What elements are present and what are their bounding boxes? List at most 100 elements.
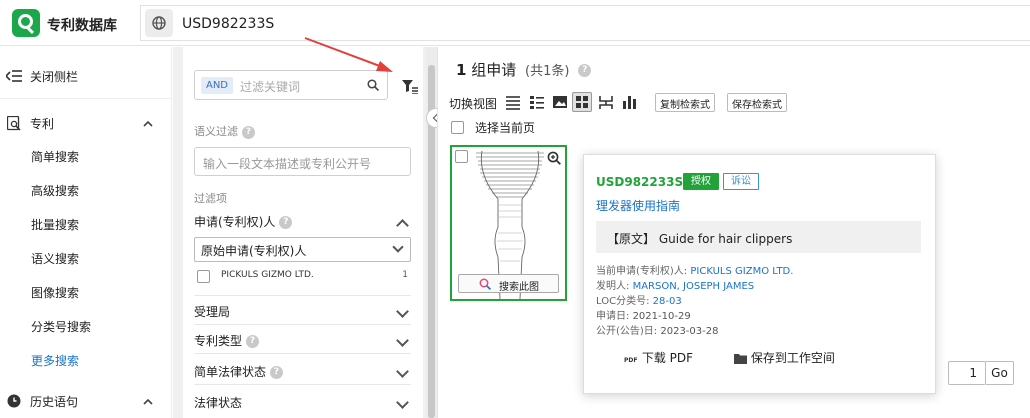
legal-status-label: 法律状态 — [194, 396, 243, 410]
sidebar-item-simple-search[interactable]: 简单搜索 — [31, 148, 79, 165]
chart-view-icon[interactable] — [619, 92, 639, 112]
chevron-down-icon — [396, 305, 409, 318]
download-pdf-button[interactable]: PDF 下载 PDF — [624, 349, 693, 366]
applicant-checkbox[interactable] — [197, 270, 210, 283]
semantic-filter-input[interactable]: 输入一段文本描述或专利公开号 — [194, 147, 411, 176]
help-icon[interactable]: ? — [578, 64, 592, 77]
sidebar-item-more-search[interactable]: 更多搜索 — [31, 352, 79, 369]
collapse-left-icon — [6, 70, 22, 82]
group-label: 组申请 — [471, 61, 517, 79]
select-page-checkbox[interactable] — [451, 121, 464, 134]
help-icon[interactable]: ? — [242, 125, 255, 139]
grid-view-icon[interactable] — [572, 92, 592, 112]
chevron-down-icon — [396, 365, 409, 378]
top-bar: 专利数据库 USD982233S — [0, 0, 1030, 46]
sidebar-item-advanced-search[interactable]: 高级搜索 — [31, 182, 79, 199]
patent-type-label: 专利类型 — [194, 334, 243, 348]
status-badge-granted: 授权 — [683, 173, 719, 190]
patent-title-link[interactable]: 理发器使用指南 — [596, 197, 680, 214]
patent-number-link[interactable]: USD982233S1 — [596, 175, 691, 189]
save-query-button[interactable]: 保存检索式 — [727, 93, 787, 112]
filter-items-label: 过滤项 — [194, 192, 227, 205]
result-checkbox[interactable] — [455, 150, 468, 163]
app-logo — [12, 9, 40, 37]
receiving-office-label: 受理局 — [194, 305, 231, 319]
image-view-icon[interactable] — [550, 92, 570, 112]
copy-query-button[interactable]: 复制检索式 — [655, 93, 715, 112]
history-label: 历史语句 — [30, 395, 79, 409]
help-icon[interactable]: ? — [246, 335, 260, 348]
view-switch-label: 切换视图 — [449, 97, 498, 111]
detail-view-icon[interactable] — [527, 92, 547, 112]
applicant-type-select[interactable]: 原始申请(专利权)人 — [194, 237, 411, 262]
meta-applicant-link[interactable]: PICKULS GIZMO LTD. — [690, 266, 793, 277]
page-number-input[interactable]: 1 — [948, 361, 986, 385]
globe-icon[interactable] — [145, 9, 173, 37]
sidebar-item-semantic-search[interactable]: 语义搜索 — [31, 250, 79, 267]
save-to-workspace-button[interactable]: 保存到工作空间 — [734, 349, 835, 366]
sidebar-section-patent[interactable]: 专利 — [0, 108, 172, 138]
meta-inventor-key: 发明人: — [596, 281, 630, 292]
accordion-applicant[interactable]: 申请(专利权)人? — [194, 209, 411, 235]
applicant-name: PICKULS GIZMO LTD. — [221, 270, 314, 280]
meta-inventor-link[interactable]: MARSON, JOSEPH JAMES — [633, 281, 755, 292]
accordion-legal-status[interactable]: 法律状态 — [194, 390, 411, 416]
chevron-up-icon — [143, 398, 153, 405]
result-thumbnail[interactable]: 搜索此图 — [450, 145, 567, 301]
clock-icon — [7, 394, 21, 408]
sidebar: 关闭侧栏 专利 简单搜索 高级搜索 批量搜索 语义搜索 图像搜索 分类号搜索 更… — [0, 47, 172, 418]
accordion-patent-type[interactable]: 专利类型? — [194, 328, 411, 354]
list-view-icon[interactable] — [503, 92, 523, 112]
sidebar-item-image-search[interactable]: 图像搜索 — [31, 284, 79, 301]
total-count: (共1条) — [525, 64, 570, 79]
and-operator-badge[interactable]: AND — [201, 77, 233, 94]
svg-text:PDF: PDF — [624, 357, 637, 364]
select-page-label: 选择当前页 — [475, 121, 536, 135]
meta-pub-date-key: 公开(公告)日: — [596, 326, 658, 337]
meta-pub-date-value: 2023-03-28 — [660, 326, 719, 337]
image-search-icon — [479, 278, 491, 290]
app-title: 专利数据库 — [47, 18, 117, 34]
results-heading: 1 组申请 (共1条) ? — [456, 59, 592, 80]
simple-legal-status-label: 简单法律状态 — [194, 365, 267, 379]
keyword-filter-input[interactable]: AND 过滤关键词 — [194, 70, 388, 100]
filter-scrollbar[interactable] — [426, 47, 437, 418]
patent-section-label: 专利 — [30, 117, 55, 131]
meta-pub-date: 公开(公告)日: 2023-03-28 — [596, 322, 718, 337]
search-icon[interactable] — [367, 79, 379, 91]
meta-loc-link[interactable]: 28-03 — [653, 296, 682, 307]
download-pdf-label: 下载 PDF — [641, 351, 694, 365]
close-sidebar-button[interactable]: 关闭侧栏 — [0, 61, 172, 91]
search-query-text[interactable]: USD982233S — [182, 16, 274, 32]
meta-loc: LOC分类号: 28-03 — [596, 292, 682, 307]
status-badge-litigation[interactable]: 诉讼 — [723, 173, 759, 190]
search-this-image-button[interactable]: 搜索此图 — [458, 274, 559, 293]
chevron-down-icon — [396, 334, 409, 347]
help-icon[interactable]: ? — [279, 216, 293, 229]
search-bar[interactable]: USD982233S — [140, 5, 1030, 41]
meta-applicant-key: 当前申请(专利权)人: — [596, 266, 688, 277]
chevron-up-icon — [396, 219, 409, 232]
results-area: 1 组申请 (共1条) ? 切换视图 复制检索式 保存检索式 选择当前页 搜索此… — [437, 47, 1030, 418]
close-sidebar-label: 关闭侧栏 — [30, 70, 79, 84]
sidebar-item-batch-search[interactable]: 批量搜索 — [31, 216, 79, 233]
accordion-simple-legal-status[interactable]: 简单法律状态? — [194, 359, 411, 385]
filter-icon[interactable] — [402, 80, 418, 94]
result-preview-card: USD982233S1 授权 诉讼 理发器使用指南 【原文】 Guide for… — [583, 154, 936, 394]
go-button[interactable]: Go — [986, 361, 1014, 385]
group-count: 1 — [456, 61, 467, 79]
zoom-icon[interactable] — [547, 151, 561, 165]
applicant-count: 1 — [402, 270, 408, 280]
pdf-icon: PDF — [624, 357, 637, 364]
keyword-placeholder: 过滤关键词 — [240, 80, 301, 94]
original-title-box: 【原文】 Guide for hair clippers — [596, 221, 921, 253]
original-label: 【原文】 — [607, 232, 656, 246]
help-icon[interactable]: ? — [270, 366, 284, 379]
accordion-receiving-office[interactable]: 受理局 — [194, 299, 411, 325]
list-item[interactable]: PICKULS GIZMO LTD. 1 — [194, 268, 411, 286]
chevron-up-icon — [143, 120, 153, 127]
sidebar-item-classification-search[interactable]: 分类号搜索 — [31, 318, 91, 335]
family-view-icon[interactable] — [596, 92, 616, 112]
sidebar-section-history[interactable]: 历史语句 — [0, 386, 172, 416]
semantic-filter-heading: 语义过滤? — [194, 123, 255, 139]
